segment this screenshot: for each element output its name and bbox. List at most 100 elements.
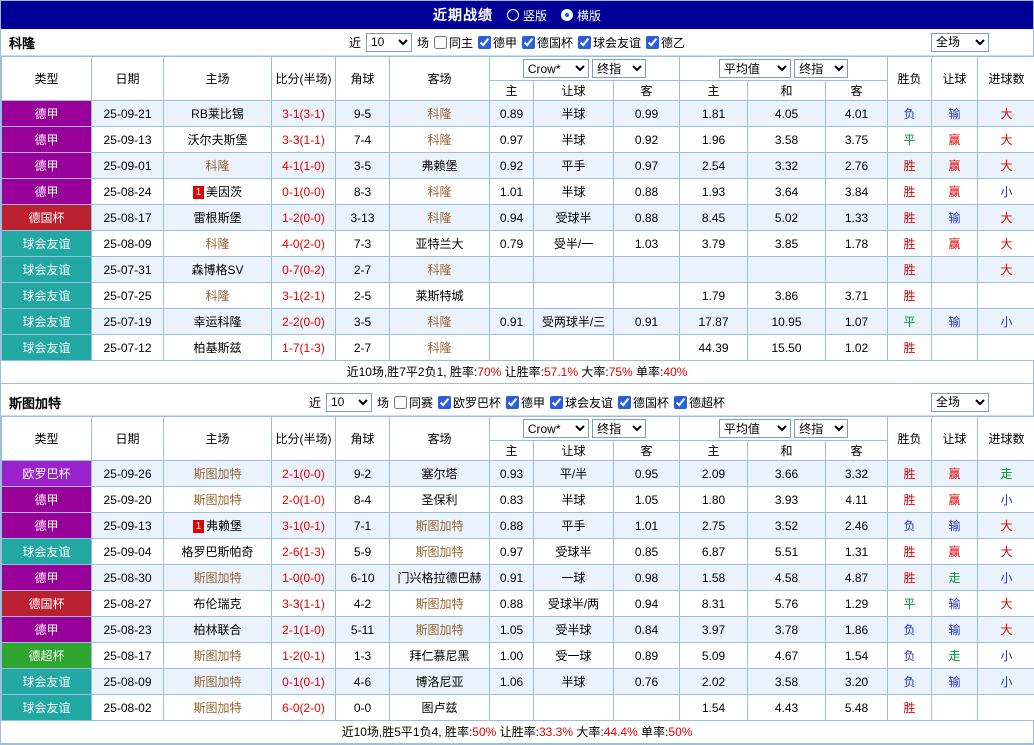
asian-away-odds: 1.05 <box>614 487 680 513</box>
filter-option-德乙[interactable]: 德乙 <box>646 34 685 51</box>
winloss-result: 平 <box>888 591 932 617</box>
filter-option-德甲[interactable]: 德甲 <box>506 394 545 411</box>
match-row: 德甲25-09-01科隆4-1(1-0)3-5弗赖堡0.92平手0.972.54… <box>2 153 1034 179</box>
euro-stage-select[interactable]: 终指 <box>794 59 848 78</box>
view-mode-option-2[interactable]: 横版 <box>561 7 601 24</box>
goals-result: 小 <box>978 487 1034 513</box>
winloss-result: 胜 <box>888 695 932 721</box>
page-title: 近期战绩 <box>433 5 493 25</box>
asian-away-odds: 0.97 <box>614 153 680 179</box>
section-header-bar: 科隆近10场同主德甲德国杯球会友谊德乙全场 <box>1 29 1033 56</box>
checkbox-同赛[interactable] <box>394 396 407 409</box>
match-count-select[interactable]: 10 <box>326 393 372 412</box>
checkbox-欧罗巴杯[interactable] <box>438 396 451 409</box>
checkbox-德乙[interactable] <box>646 36 659 49</box>
euro-away-odds <box>826 257 888 283</box>
radio-selected-icon[interactable] <box>561 9 573 21</box>
checkbox-德国杯[interactable] <box>618 396 631 409</box>
score: 1-0(0-0) <box>272 565 336 591</box>
away-team: 弗赖堡 <box>390 153 490 179</box>
asian-handicap: 受半球 <box>534 617 614 643</box>
checkbox-球会友谊[interactable] <box>550 396 563 409</box>
away-team: 科隆 <box>390 257 490 283</box>
home-team: 斯图加特 <box>164 487 272 513</box>
league-type-cell: 球会友谊 <box>2 231 92 257</box>
asian-home-odds: 0.88 <box>490 591 534 617</box>
euro-stage-select[interactable]: 终指 <box>794 419 848 438</box>
filter-option-德国杯[interactable]: 德国杯 <box>522 34 573 51</box>
filter-option-德国杯[interactable]: 德国杯 <box>618 394 669 411</box>
red-card-badge: 1 <box>193 520 204 533</box>
asian-away-odds <box>614 257 680 283</box>
asian-stage-select[interactable]: 终指 <box>592 59 646 78</box>
asian-home-odds <box>490 335 534 361</box>
section-summary: 近10场,胜5平1负4, 胜率:50% 让胜率:33.3% 大率:44.4% 单… <box>1 721 1033 744</box>
match-count-select[interactable]: 10 <box>366 33 412 52</box>
filter-option-欧罗巴杯[interactable]: 欧罗巴杯 <box>438 394 501 411</box>
column-header: 主场 <box>164 417 272 461</box>
odds-subcolumn-header: 让球 <box>534 441 614 461</box>
checkbox-同主[interactable] <box>434 36 447 49</box>
handicap-result: 走 <box>932 643 978 669</box>
fullmatch-scope-select[interactable]: 全场 <box>931 33 989 52</box>
checkbox-德甲[interactable] <box>478 36 491 49</box>
match-date: 25-08-17 <box>92 643 164 669</box>
checkbox-德超杯[interactable] <box>674 396 687 409</box>
asian-home-odds: 0.97 <box>490 539 534 565</box>
away-team-name: 弗赖堡 <box>421 159 457 173</box>
asian-away-odds: 1.03 <box>614 231 680 257</box>
euro-home-odds: 2.54 <box>680 153 748 179</box>
away-team-name: 科隆 <box>427 107 451 121</box>
filter-option-德超杯[interactable]: 德超杯 <box>674 394 725 411</box>
euro-away-odds: 1.31 <box>826 539 888 565</box>
filter-prefix-label: 近 <box>349 34 361 51</box>
match-row: 球会友谊25-07-19幸运科隆2-2(0-0)3-5科隆0.91受两球半/三0… <box>2 309 1034 335</box>
euro-draw-odds: 3.32 <box>748 153 826 179</box>
column-header: 角球 <box>336 57 390 101</box>
filter-checkbox-label: 德国杯 <box>537 34 573 51</box>
corners: 2-7 <box>336 257 390 283</box>
page: 近期战绩 竖版横版 科隆近10场同主德甲德国杯球会友谊德乙全场类型日期主场比分(… <box>0 0 1034 745</box>
asian-home-odds: 0.89 <box>490 101 534 127</box>
checkbox-德国杯[interactable] <box>522 36 535 49</box>
checkbox-德甲[interactable] <box>506 396 519 409</box>
winloss-result: 胜 <box>888 205 932 231</box>
summary-part: 大率: <box>573 725 604 739</box>
bookmaker-select[interactable]: Crow* <box>523 419 589 438</box>
match-row: 球会友谊25-07-25科隆3-1(2-1)2-5莱斯特城1.793.863.7… <box>2 283 1034 309</box>
goals-result: 小 <box>978 565 1034 591</box>
home-team-name: 沃尔夫斯堡 <box>187 133 247 147</box>
filter-option-德甲[interactable]: 德甲 <box>478 34 517 51</box>
euro-average-select[interactable]: 平均值 <box>719 419 791 438</box>
filter-option-球会友谊[interactable]: 球会友谊 <box>550 394 613 411</box>
away-team: 圣保利 <box>390 487 490 513</box>
goals-result: 大 <box>978 591 1034 617</box>
goals-result: 小 <box>978 309 1034 335</box>
radio-icon[interactable] <box>507 9 519 21</box>
away-team: 塞尔塔 <box>390 461 490 487</box>
euro-draw-odds: 3.58 <box>748 669 826 695</box>
asian-handicap <box>534 257 614 283</box>
match-date: 25-08-09 <box>92 669 164 695</box>
euro-odds-group-header: 平均值 终指 <box>680 57 888 81</box>
handicap-result: 赢 <box>932 127 978 153</box>
fullmatch-scope-select[interactable]: 全场 <box>931 393 989 412</box>
view-mode-option-1[interactable]: 竖版 <box>507 7 547 24</box>
filter-option-同赛[interactable]: 同赛 <box>394 394 433 411</box>
bookmaker-select[interactable]: Crow* <box>523 59 589 78</box>
euro-average-select[interactable]: 平均值 <box>719 59 791 78</box>
filter-option-球会友谊[interactable]: 球会友谊 <box>578 34 641 51</box>
handicap-result: 输 <box>932 513 978 539</box>
away-team: 拜仁慕尼黑 <box>390 643 490 669</box>
asian-stage-select[interactable]: 终指 <box>592 419 646 438</box>
summary-part: 70% <box>477 365 501 379</box>
winloss-result: 平 <box>888 309 932 335</box>
euro-home-odds: 6.87 <box>680 539 748 565</box>
league-type-cell: 球会友谊 <box>2 669 92 695</box>
asian-away-odds: 0.84 <box>614 617 680 643</box>
checkbox-球会友谊[interactable] <box>578 36 591 49</box>
match-date: 25-09-20 <box>92 487 164 513</box>
match-date: 25-08-24 <box>92 179 164 205</box>
filter-option-同主[interactable]: 同主 <box>434 34 473 51</box>
summary-part: 胜率: <box>450 365 477 379</box>
